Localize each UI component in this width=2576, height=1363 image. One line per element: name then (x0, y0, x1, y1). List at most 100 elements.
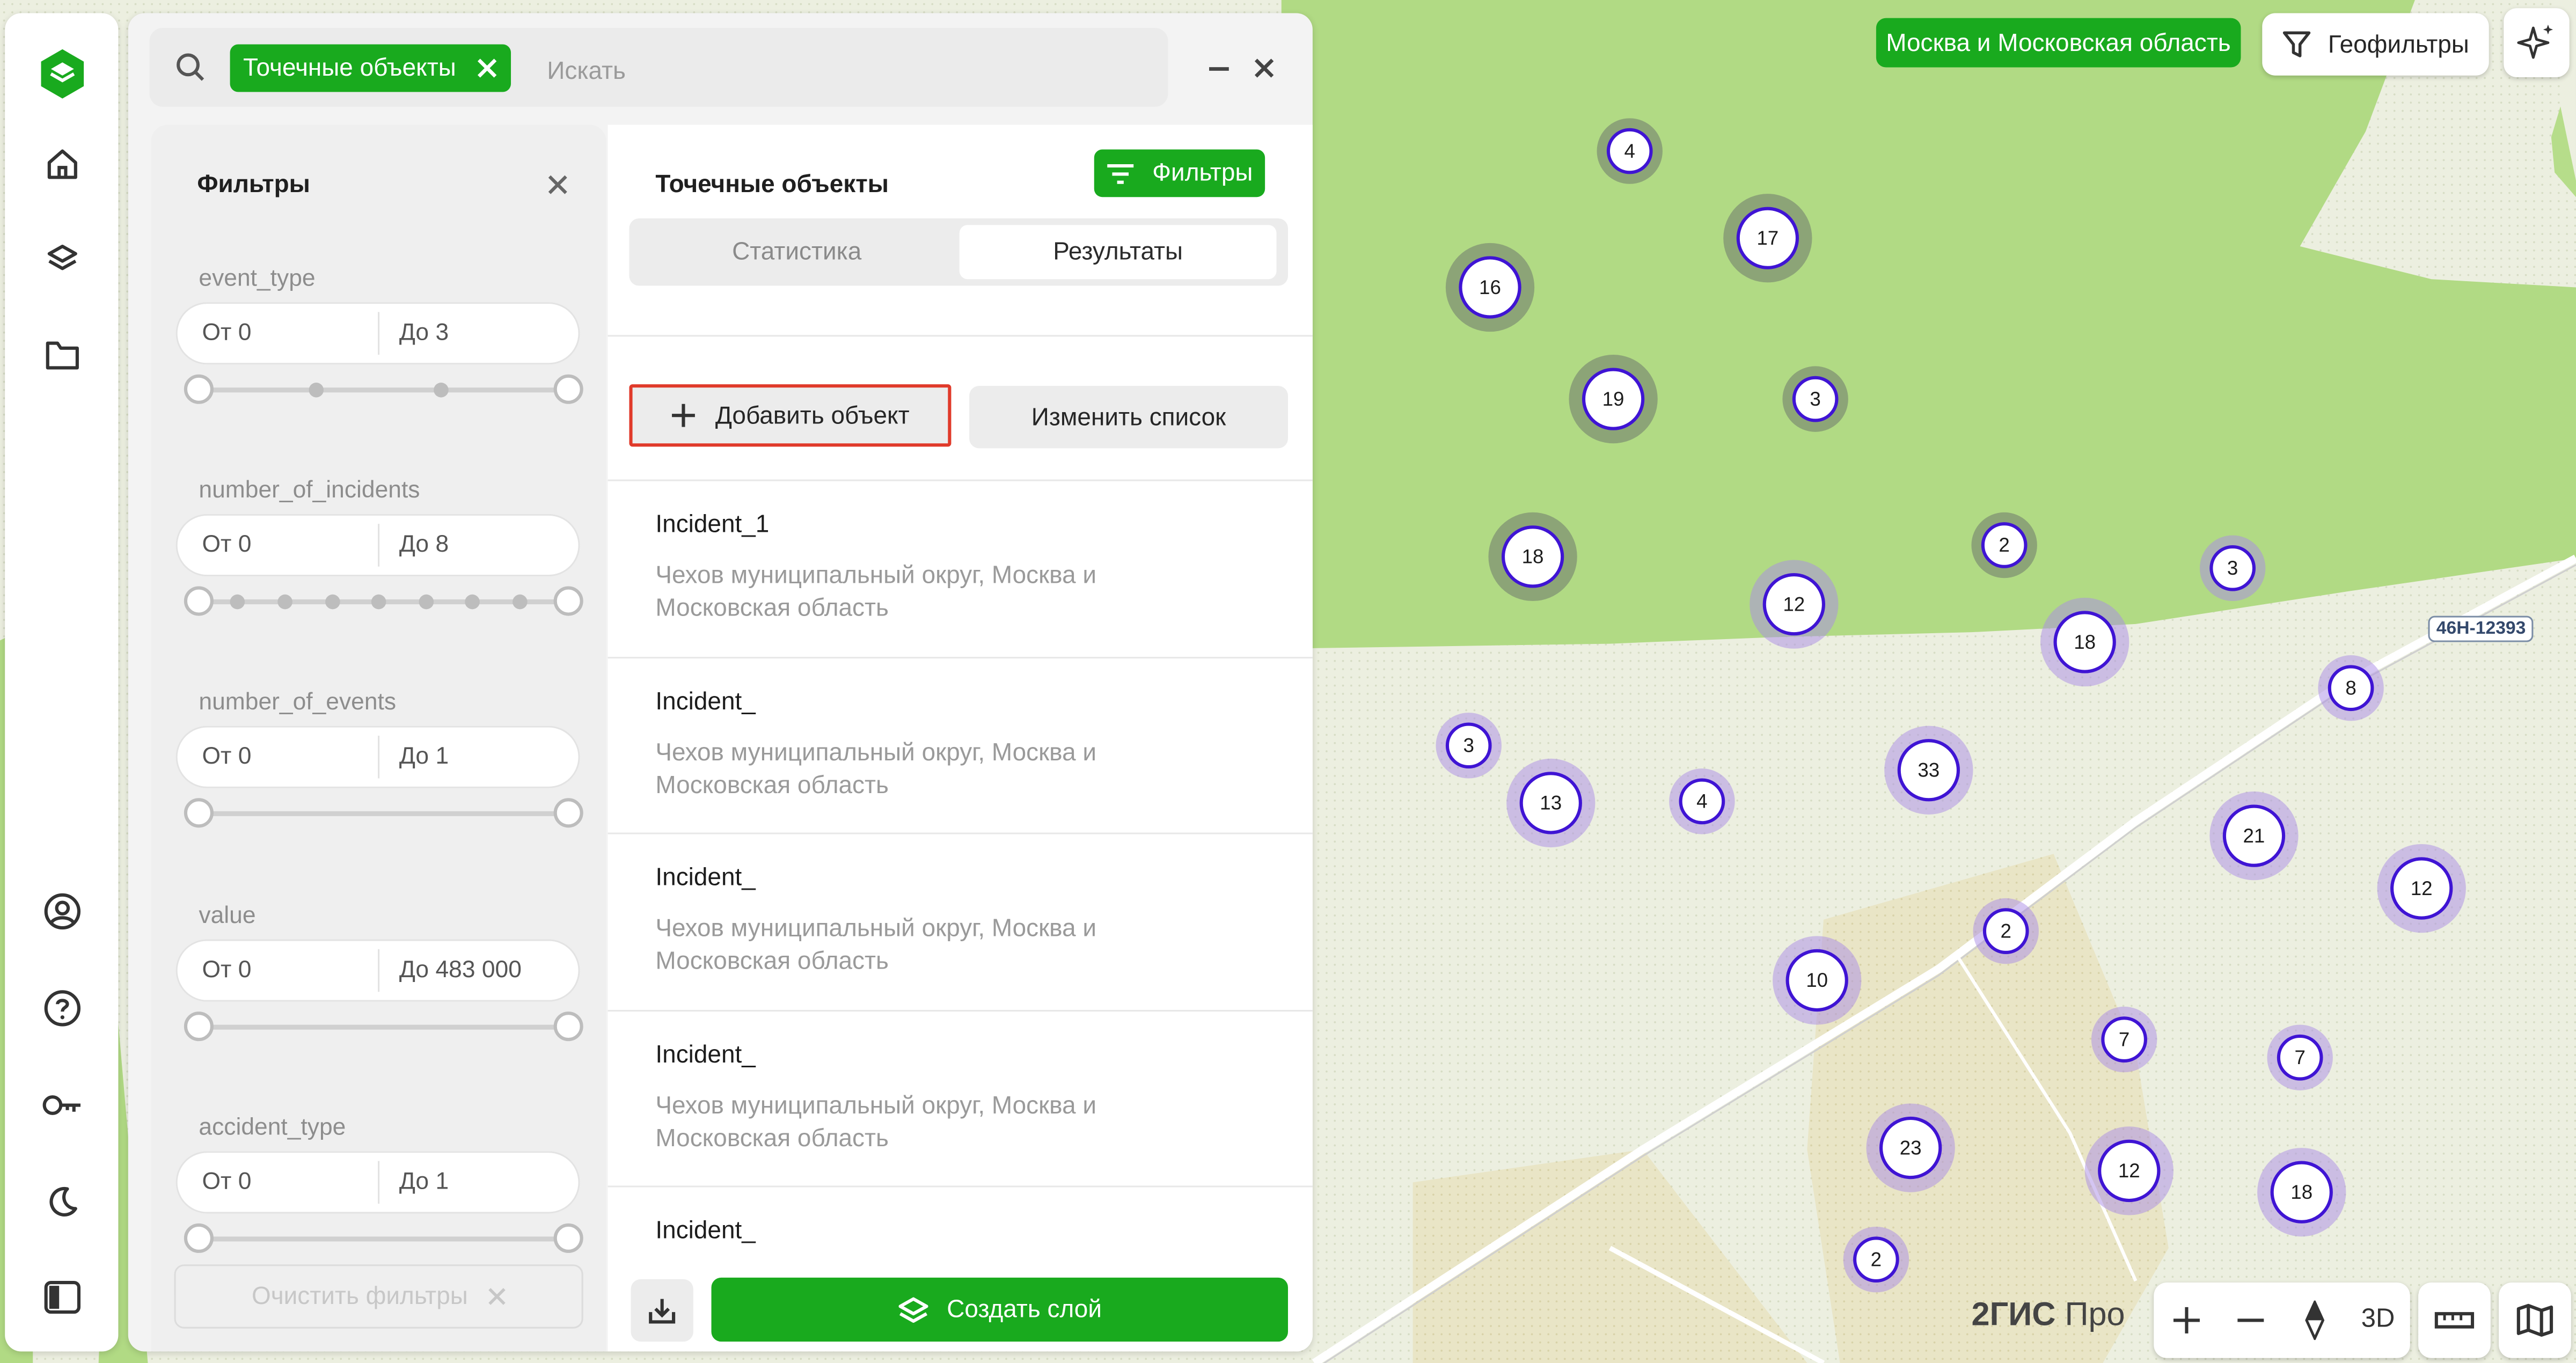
help-icon[interactable] (38, 984, 87, 1033)
filter-label: number_of_events (199, 690, 397, 716)
range-input[interactable]: От 0 До 3 (175, 302, 580, 365)
range-input[interactable]: От 0 До 1 (175, 726, 580, 788)
cluster-count: 16 (1459, 256, 1521, 319)
slider-min-handle[interactable] (184, 586, 214, 616)
basemap-button[interactable] (2499, 1283, 2571, 1358)
range-from[interactable]: От 0 (202, 1169, 252, 1196)
range-input[interactable]: От 0 До 483 000 (175, 939, 580, 1002)
range-to[interactable]: До 3 (399, 320, 449, 347)
slider-max-handle[interactable] (553, 586, 583, 616)
map-controls: 3D (2154, 1283, 2410, 1358)
toggle-3d-button[interactable]: 3D (2346, 1283, 2410, 1358)
layer-chip-label: Точечные объекты (243, 54, 456, 83)
geofilters-button[interactable]: Геофильтры (2262, 13, 2489, 76)
item-name: Incident_ (655, 1217, 756, 1245)
plus-icon (671, 402, 697, 429)
cluster-count: 23 (1879, 1116, 1942, 1179)
cluster-count: 10 (1785, 949, 1848, 1012)
filters-title: Фильтры (197, 171, 310, 199)
list-item[interactable]: Incident_1 Чехов муниципальный округ, Мо… (608, 481, 1313, 657)
slider-max-handle[interactable] (553, 798, 583, 828)
edit-list-button[interactable]: Изменить список (969, 386, 1288, 449)
ruler-button[interactable] (2418, 1283, 2491, 1358)
range-to[interactable]: До 1 (399, 744, 449, 770)
key-icon[interactable] (38, 1081, 87, 1130)
cluster-count: 4 (1679, 778, 1725, 825)
compass-icon[interactable] (2282, 1283, 2346, 1358)
cluster-count: 7 (2277, 1034, 2323, 1081)
slider-min-handle[interactable] (184, 798, 214, 828)
region-chip[interactable]: Москва и Московская область (1876, 18, 2241, 68)
slider-max-handle[interactable] (553, 1223, 583, 1253)
range-from[interactable]: От 0 (202, 957, 252, 984)
layers-icon (897, 1295, 930, 1324)
sidebar-toggle-icon[interactable] (38, 1273, 87, 1322)
tab-statistics[interactable]: Статистика (636, 225, 958, 279)
ruler-icon (2434, 1309, 2475, 1332)
item-name: Incident_ (655, 1041, 756, 1069)
slider-min-handle[interactable] (184, 1012, 214, 1042)
range-from[interactable]: От 0 (202, 744, 252, 770)
search-bar: Точечные объекты (149, 28, 1168, 107)
results-footer: Создать слой (608, 1251, 1313, 1352)
layers-icon[interactable] (38, 235, 87, 284)
list-item[interactable]: Incident_ (608, 1188, 1313, 1253)
left-rail (5, 13, 119, 1352)
cluster-count: 4 (1606, 128, 1653, 174)
folder-icon[interactable] (38, 332, 87, 381)
range-slider[interactable] (184, 798, 583, 828)
range-slider[interactable] (184, 586, 583, 616)
moon-icon[interactable] (38, 1177, 87, 1227)
cluster-count: 17 (1736, 207, 1799, 269)
search-input[interactable] (544, 47, 1142, 94)
ai-assistant-button[interactable] (2504, 8, 2570, 77)
minimize-icon[interactable] (1208, 65, 1231, 72)
logo-icon[interactable] (38, 49, 87, 99)
funnel-icon (2282, 30, 2311, 59)
cluster-count: 19 (1582, 368, 1645, 430)
add-object-label: Добавить объект (715, 401, 910, 430)
list-item[interactable]: Incident_ Чехов муниципальный округ, Мос… (608, 658, 1313, 832)
layer-chip[interactable]: Точечные объекты (230, 44, 510, 92)
range-input[interactable]: От 0 До 8 (175, 514, 580, 577)
slider-min-handle[interactable] (184, 374, 214, 404)
slider-max-handle[interactable] (553, 1012, 583, 1042)
filter-label: value (199, 903, 256, 930)
download-button[interactable] (631, 1279, 693, 1342)
clear-filters-label: Очистить фильтры (251, 1283, 468, 1311)
clear-filters-button[interactable]: Очистить фильтры (174, 1264, 583, 1329)
create-layer-button[interactable]: Создать слой (711, 1277, 1288, 1342)
item-name: Incident_1 (655, 510, 770, 539)
cluster-count: 3 (1792, 376, 1839, 422)
tabs: Статистика Результаты (629, 218, 1288, 286)
cluster-count: 8 (2328, 665, 2374, 712)
chip-close-icon[interactable] (476, 57, 497, 79)
item-address: Чехов муниципальный округ, Москва и Моск… (655, 739, 1097, 799)
zoom-in-button[interactable] (2154, 1283, 2218, 1358)
close-panel-icon[interactable] (1254, 57, 1275, 79)
range-slider[interactable] (184, 1223, 583, 1253)
range-from[interactable]: От 0 (202, 532, 252, 559)
range-from[interactable]: От 0 (202, 320, 252, 347)
brand-suffix: Про (2065, 1297, 2125, 1333)
list-item[interactable]: Incident_ Чехов муниципальный округ, Мос… (608, 1012, 1313, 1185)
slider-min-handle[interactable] (184, 1223, 214, 1253)
add-object-button[interactable]: Добавить объект (629, 384, 952, 447)
profile-icon[interactable] (38, 887, 87, 936)
home-icon[interactable] (38, 140, 87, 189)
range-to[interactable]: До 1 (399, 1169, 449, 1196)
range-to[interactable]: До 483 000 (399, 957, 522, 984)
range-to[interactable]: До 8 (399, 532, 449, 559)
filters-button[interactable]: Фильтры (1094, 149, 1265, 197)
slider-max-handle[interactable] (553, 374, 583, 404)
range-input[interactable]: От 0 До 1 (175, 1151, 580, 1214)
cluster-count: 33 (1897, 739, 1960, 802)
list-item[interactable]: Incident_ Чехов муниципальный округ, Мос… (608, 834, 1313, 1010)
zoom-out-button[interactable] (2218, 1283, 2282, 1358)
range-slider[interactable] (184, 1012, 583, 1042)
range-slider[interactable] (184, 374, 583, 404)
close-filters-icon[interactable] (547, 174, 568, 195)
tab-results[interactable]: Результаты (959, 225, 1277, 280)
filter-label: accident_type (199, 1115, 346, 1141)
cluster-count: 13 (1519, 772, 1582, 834)
